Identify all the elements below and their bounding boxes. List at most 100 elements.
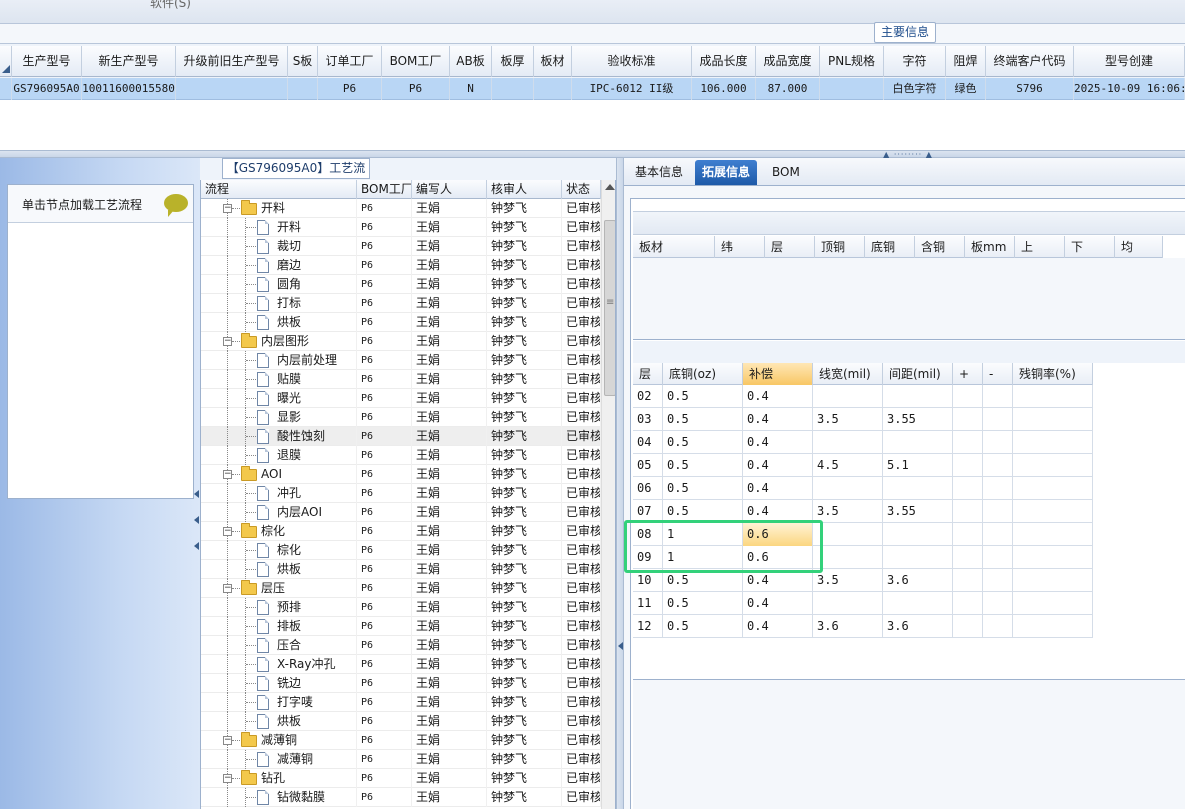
layer-cell[interactable]: 02 (633, 385, 663, 408)
collapse-toggle-icon[interactable]: − (223, 736, 232, 745)
flow-column-header[interactable]: 核审人 (487, 180, 562, 199)
main-grid-column-header[interactable]: BOM工厂 (382, 46, 450, 77)
flow-tree-node[interactable]: 内层AOI (201, 503, 357, 522)
collapse-left-icon[interactable] (194, 490, 199, 498)
layer-cell[interactable]: 3.6 (883, 615, 953, 638)
flow-tree-row[interactable]: 贴膜 P6 王娟 钟梦飞 已审核 (201, 370, 601, 389)
layer-cell[interactable] (953, 569, 983, 592)
layer-table-row[interactable]: 04 0.5 0.4 (633, 431, 1093, 454)
layer-cell[interactable] (883, 592, 953, 615)
layer-cell[interactable]: 0.4 (743, 431, 813, 454)
layer-cell[interactable]: 0.4 (743, 477, 813, 500)
layer-cell[interactable] (1013, 569, 1093, 592)
layer-cell[interactable] (813, 477, 883, 500)
main-grid-cell[interactable] (176, 78, 288, 100)
flow-tree-node[interactable]: 圆角 (201, 275, 357, 294)
flow-tree-row[interactable]: − 开料 P6 王娟 钟梦飞 已审核 (201, 199, 601, 218)
layer-cell[interactable]: 0.6 (743, 546, 813, 569)
layer-cell[interactable] (883, 477, 953, 500)
flow-tree-row[interactable]: 酸性蚀刻 P6 王娟 钟梦飞 已审核 (201, 427, 601, 446)
flow-tree-row[interactable]: 打标 P6 王娟 钟梦飞 已审核 (201, 294, 601, 313)
layer-cell[interactable] (883, 431, 953, 454)
layer-cell[interactable]: 5.1 (883, 454, 953, 477)
layer-cell[interactable] (953, 546, 983, 569)
layer-table-row[interactable]: 07 0.5 0.4 3.5 3.55 (633, 500, 1093, 523)
layer-table-row[interactable]: 08 1 0.6 (633, 523, 1093, 546)
layer-cell[interactable] (953, 523, 983, 546)
layer-cell[interactable] (983, 477, 1013, 500)
flow-tree-node[interactable]: 冲孔 (201, 484, 357, 503)
flow-tree-node[interactable]: 内层前处理 (201, 351, 357, 370)
layer-cell[interactable] (813, 546, 883, 569)
layer-column-header[interactable]: - (983, 363, 1013, 385)
main-grid-cell[interactable]: S796 (986, 78, 1074, 100)
flow-tree-node[interactable]: 减薄铜 (201, 750, 357, 769)
main-grid-column-header[interactable]: 阻焊 (946, 46, 986, 77)
grid-corner-icon[interactable] (0, 46, 12, 77)
flow-tree-node[interactable]: 压合 (201, 636, 357, 655)
scroll-up-icon[interactable] (605, 184, 615, 190)
layer-cell[interactable]: 0.4 (743, 454, 813, 477)
main-grid-cell[interactable]: 2025-10-09 16:06:1 (1074, 78, 1185, 100)
board-column-header[interactable]: 下 (1065, 236, 1115, 258)
layer-cell[interactable]: 12 (633, 615, 663, 638)
layer-cell[interactable] (813, 523, 883, 546)
flow-tree-node[interactable]: 打字唛 (201, 693, 357, 712)
flow-tree-row[interactable]: 开料 P6 王娟 钟梦飞 已审核 (201, 218, 601, 237)
layer-cell[interactable]: 4.5 (813, 454, 883, 477)
layer-cell[interactable]: 0.4 (743, 500, 813, 523)
layer-cell[interactable]: 1 (663, 546, 743, 569)
layer-table-row[interactable]: 12 0.5 0.4 3.6 3.6 (633, 615, 1093, 638)
collapse-left-icon[interactable] (194, 542, 199, 550)
scroll-thumb[interactable] (604, 220, 615, 396)
layer-cell[interactable]: 10 (633, 569, 663, 592)
layer-cell[interactable]: 3.5 (813, 500, 883, 523)
flow-tree-node[interactable]: − 钻孔 (201, 769, 357, 788)
layer-cell[interactable]: 0.5 (663, 569, 743, 592)
layer-cell[interactable] (983, 569, 1013, 592)
layer-cell[interactable]: 0.5 (663, 431, 743, 454)
layer-cell[interactable] (983, 523, 1013, 546)
collapse-toggle-icon[interactable]: − (223, 337, 232, 346)
flow-column-header[interactable]: 状态 (562, 180, 601, 199)
layer-cell[interactable] (983, 500, 1013, 523)
flow-tree-row[interactable]: 打字唛 P6 王娟 钟梦飞 已审核 (201, 693, 601, 712)
flow-column-header[interactable]: 流程 (201, 180, 357, 199)
flow-tree-node[interactable]: − AOI (201, 465, 357, 484)
flow-tree-row[interactable]: − AOI P6 王娟 钟梦飞 已审核 (201, 465, 601, 484)
layer-cell[interactable] (1013, 408, 1093, 431)
board-column-header[interactable]: 底铜 (865, 236, 915, 258)
vertical-splitter[interactable] (616, 158, 624, 809)
layer-cell[interactable]: 0.5 (663, 408, 743, 431)
flow-tree-node[interactable]: − 内层图形 (201, 332, 357, 351)
flow-tree-row[interactable]: 裁切 P6 王娟 钟梦飞 已审核 (201, 237, 601, 256)
layer-table-row[interactable]: 03 0.5 0.4 3.5 3.55 (633, 408, 1093, 431)
flow-tree-row[interactable]: 曝光 P6 王娟 钟梦飞 已审核 (201, 389, 601, 408)
layer-cell[interactable]: 0.5 (663, 592, 743, 615)
main-grid-column-header[interactable]: AB板 (450, 46, 492, 77)
layer-cell[interactable] (1013, 431, 1093, 454)
main-grid-selected-row[interactable]: GS796095A0 10011600015580 P6 P6 N IPC-6012 II… (0, 78, 1185, 100)
layer-cell[interactable] (983, 408, 1013, 431)
layer-cell[interactable] (1013, 615, 1093, 638)
layer-cell[interactable]: 0.5 (663, 454, 743, 477)
menu-cut-text[interactable]: 软件(S) (150, 0, 191, 11)
layer-column-header[interactable]: 补偿 (743, 363, 813, 385)
layer-cell[interactable] (1013, 523, 1093, 546)
layer-cell[interactable] (953, 385, 983, 408)
layer-cell[interactable] (813, 431, 883, 454)
main-grid-cell[interactable]: IPC-6012 II级 (572, 78, 692, 100)
flow-tree-node[interactable]: 磨边 (201, 256, 357, 275)
layer-cell[interactable]: 0.5 (663, 385, 743, 408)
main-grid-cell[interactable]: 白色字符 (884, 78, 946, 100)
layer-cell[interactable]: 0.5 (663, 615, 743, 638)
layer-cell[interactable] (953, 477, 983, 500)
main-grid-column-header[interactable]: PNL规格 (820, 46, 884, 77)
layer-table-row[interactable]: 05 0.5 0.4 4.5 5.1 (633, 454, 1093, 477)
main-grid-column-header[interactable]: 生产型号 (12, 46, 82, 77)
main-grid-column-header[interactable]: 成品长度 (692, 46, 756, 77)
layer-cell[interactable] (983, 431, 1013, 454)
layer-cell[interactable]: 0.5 (663, 500, 743, 523)
layer-column-header[interactable]: 底铜(oz) (663, 363, 743, 385)
flow-tree-row[interactable]: − 层压 P6 王娟 钟梦飞 已审核 (201, 579, 601, 598)
